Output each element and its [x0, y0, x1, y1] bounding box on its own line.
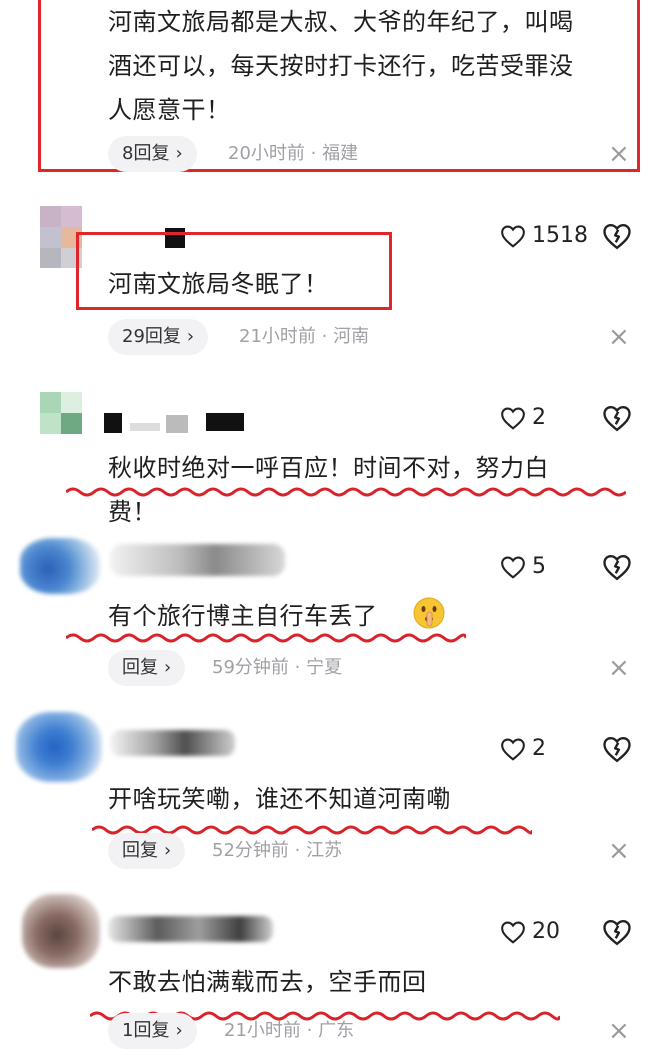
like-button[interactable]: 2	[500, 400, 546, 436]
comment-time: 52分钟前	[212, 840, 289, 861]
reply-label: 回复	[122, 840, 158, 861]
comment-meta-text: 52分钟前 · 江苏	[212, 833, 342, 869]
close-icon[interactable]: ×	[608, 1013, 630, 1049]
comment-line: 河南文旅局冬眠了！	[108, 270, 329, 298]
reply-button[interactable]: 回复 ›	[108, 650, 186, 686]
close-icon[interactable]: ×	[608, 650, 630, 686]
comment-meta-text: 21小时前 · 河南	[239, 319, 369, 355]
avatar[interactable]	[10, 706, 106, 786]
comment-location: 福建	[322, 143, 359, 164]
comment-line: 酒还可以，每天按时打卡还行，吃苦受罪没	[108, 52, 574, 80]
heart-icon	[501, 556, 525, 579]
chevron-right-icon: ›	[164, 840, 172, 861]
reply-label: 8回复	[122, 143, 170, 164]
like-button[interactable]: 1518	[500, 218, 588, 254]
reply-label: 回复	[122, 657, 158, 678]
like-count: 2	[532, 736, 546, 761]
reply-label: 1回复	[122, 1020, 170, 1041]
comment-time: 20小时前	[228, 143, 305, 164]
comment-meta: 29回复 › 21小时前 · 河南 ×	[108, 319, 638, 355]
broken-heart-icon[interactable]	[602, 917, 632, 947]
comment-meta: 回复 › 59分钟前 · 宁夏 ×	[108, 650, 638, 686]
meta-separator: ·	[306, 1020, 313, 1041]
heart-icon	[501, 921, 525, 944]
red-wavy-underline	[66, 487, 626, 497]
like-count: 2	[532, 405, 546, 430]
reply-button[interactable]: 回复 ›	[108, 833, 186, 869]
meta-separator: ·	[310, 143, 317, 164]
comment-line: 不敢去怕满载而去，空手而回	[108, 968, 427, 996]
meta-separator: ·	[294, 657, 301, 678]
comment-line: 开啥玩笑嘞，谁还不知道河南嘞	[108, 785, 451, 813]
comment-time: 21小时前	[239, 326, 316, 347]
meta-separator: ·	[294, 840, 301, 861]
comment-line: 秋收时绝对一呼百应！时间不对，努力白	[108, 454, 549, 482]
comment-time: 59分钟前	[212, 657, 289, 678]
reply-button[interactable]: 1回复 ›	[108, 1013, 197, 1049]
like-count: 20	[532, 919, 560, 944]
chevron-right-icon: ›	[175, 1020, 183, 1041]
comment-meta-text: 21小时前 · 广东	[224, 1013, 354, 1049]
username-redacted	[108, 912, 278, 946]
heart-icon	[501, 225, 525, 248]
like-count: 5	[532, 554, 546, 579]
chevron-right-icon: ›	[186, 326, 195, 347]
comment-text: 不敢去怕满载而去，空手而回	[108, 960, 608, 1004]
like-count: 1518	[532, 223, 588, 248]
comment-text: 河南文旅局都是大叔、大爷的年纪了，叫喝 酒还可以，每天按时打卡还行，吃苦受罪没 …	[108, 0, 628, 132]
comment-line: 有个旅行博主自行车丢了	[108, 602, 378, 630]
comment-meta: 回复 › 52分钟前 · 江苏 ×	[108, 833, 638, 869]
comment-location: 江苏	[306, 840, 343, 861]
heart-icon	[501, 738, 525, 761]
username-redacted	[110, 726, 240, 760]
reply-button[interactable]: 29回复 ›	[108, 319, 209, 355]
broken-heart-icon[interactable]	[602, 552, 632, 582]
close-icon[interactable]: ×	[608, 136, 630, 172]
comment-text: 开啥玩笑嘞，谁还不知道河南嘞	[108, 777, 608, 821]
comment-meta: 1回复 › 21小时前 · 广东 ×	[108, 1013, 638, 1049]
reply-label: 29回复	[122, 326, 181, 347]
avatar[interactable]	[16, 530, 106, 600]
broken-heart-icon[interactable]	[602, 734, 632, 764]
reply-button[interactable]: 8回复 ›	[108, 136, 197, 172]
comment-location: 广东	[318, 1020, 355, 1041]
close-icon[interactable]: ×	[608, 319, 630, 355]
close-icon[interactable]: ×	[608, 833, 630, 869]
heart-icon	[501, 407, 525, 430]
like-button[interactable]: 20	[500, 914, 560, 950]
comment-line: 河南文旅局都是大叔、大爷的年纪了，叫喝	[108, 8, 574, 36]
comment-time: 21小时前	[224, 1020, 301, 1041]
chevron-right-icon: ›	[164, 657, 172, 678]
red-wavy-underline	[66, 633, 466, 643]
broken-heart-icon[interactable]	[602, 403, 632, 433]
comment-location: 河南	[333, 326, 370, 347]
comment-location: 宁夏	[306, 657, 343, 678]
broken-heart-icon[interactable]	[602, 221, 632, 251]
meta-separator: ·	[321, 326, 328, 347]
comment-meta-text: 20小时前 · 福建	[228, 136, 358, 172]
avatar[interactable]	[14, 888, 106, 974]
comment-line: 人愿意干！	[108, 96, 231, 124]
comment-meta: 8回复 › 20小时前 · 福建 ×	[108, 136, 638, 172]
avatar[interactable]	[40, 392, 82, 434]
like-button[interactable]: 2	[500, 731, 546, 767]
comment-text: 河南文旅局冬眠了！	[108, 262, 608, 306]
username-redacted	[110, 540, 290, 580]
like-button[interactable]: 5	[500, 549, 546, 585]
chevron-right-icon: ›	[175, 143, 183, 164]
shushing-face-emoji	[413, 597, 445, 629]
comment-meta-text: 59分钟前 · 宁夏	[212, 650, 342, 686]
username-redacted	[104, 413, 244, 433]
